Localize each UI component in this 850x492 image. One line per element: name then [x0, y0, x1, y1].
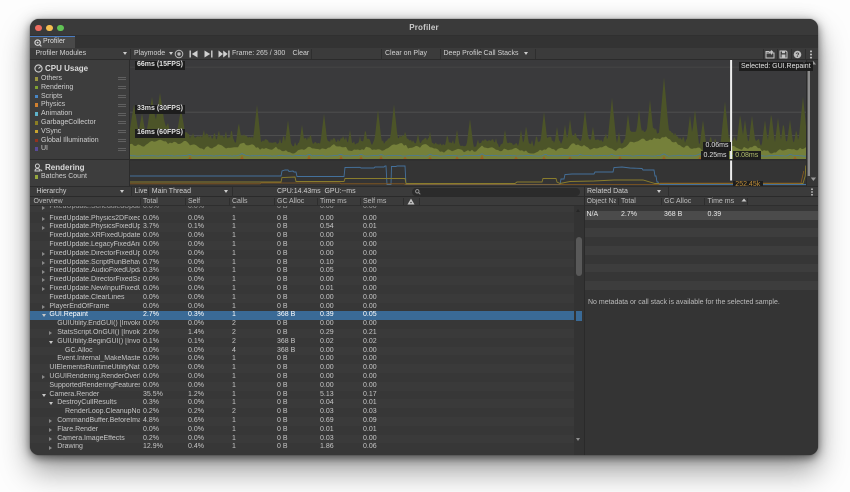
svg-text:?: ? — [796, 51, 800, 58]
